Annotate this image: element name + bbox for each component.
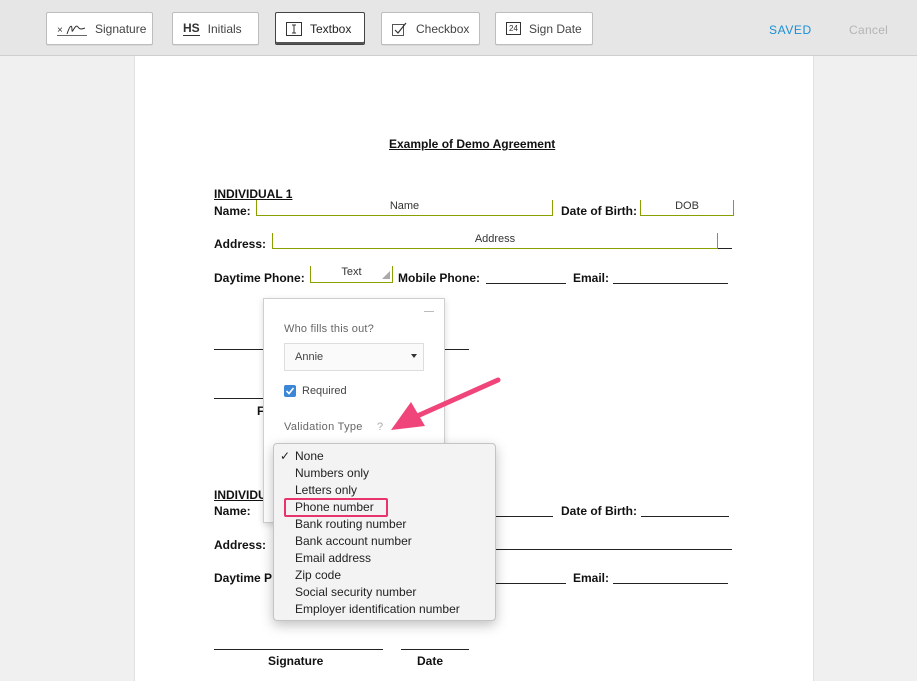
- mobile-phone-label: Mobile Phone:: [398, 271, 480, 285]
- required-label: Required: [302, 385, 347, 397]
- dob-field[interactable]: DOB: [640, 200, 734, 216]
- saved-status: SAVED: [769, 23, 812, 37]
- date-line-2: [401, 649, 469, 650]
- required-checkbox[interactable]: [284, 385, 296, 397]
- signature-line-1b: [214, 398, 264, 399]
- address-line-2: [496, 549, 732, 550]
- calendar-icon-day: 24: [509, 24, 518, 33]
- date-line-1a: [444, 349, 469, 350]
- help-icon[interactable]: ?: [377, 421, 383, 433]
- mobile-phone-line: [486, 283, 566, 284]
- email-label-2: Email:: [573, 571, 610, 585]
- phone-number-highlight: [284, 498, 388, 517]
- option-email-address[interactable]: Email address: [295, 550, 371, 567]
- signature-caption: Signature: [268, 654, 324, 668]
- daytime-phone-label: Daytime Phone:: [214, 271, 305, 285]
- individual-2-heading: INDIVIDU: [214, 488, 267, 502]
- email-label: Email:: [573, 271, 610, 285]
- textbox-tool-label: Textbox: [310, 21, 352, 36]
- checkmark-icon: [285, 387, 295, 395]
- validation-type-dropdown[interactable]: ✓ None Numbers only Letters only Phone n…: [273, 443, 496, 621]
- signature-tool-label: Signature: [95, 21, 147, 36]
- option-bank-routing-number[interactable]: Bank routing number: [295, 516, 406, 533]
- individual-1-heading: INDIVIDUAL 1: [214, 187, 293, 201]
- textbox-icon: [286, 21, 302, 36]
- mobile-phone-line-2: [496, 583, 566, 584]
- email-line-2: [613, 583, 728, 584]
- who-fills-label: Who fills this out?: [284, 323, 375, 335]
- sign-date-tool-label: Sign Date: [529, 21, 582, 36]
- resize-handle-icon[interactable]: [381, 270, 391, 280]
- checkmark-icon: ✓: [280, 449, 291, 463]
- date-caption: Date: [417, 654, 444, 668]
- signature-icon: ×: [57, 21, 87, 37]
- annotation-arrow-icon: [391, 377, 501, 430]
- checkbox-tool-button[interactable]: Checkbox: [381, 12, 480, 45]
- initials-tool-button[interactable]: HS Initials: [172, 12, 259, 45]
- option-numbers-only[interactable]: Numbers only: [295, 465, 369, 482]
- option-social-security-number[interactable]: Social security number: [295, 584, 416, 601]
- toolbar: × Signature HS Initials Textbox Checkbox…: [0, 0, 917, 56]
- name-label: Name:: [214, 204, 251, 218]
- name-label-2: Name:: [214, 504, 251, 518]
- address-field[interactable]: Address: [272, 233, 718, 249]
- address-line-end: [718, 248, 732, 249]
- option-zip-code[interactable]: Zip code: [295, 567, 341, 584]
- option-none[interactable]: None: [295, 448, 324, 465]
- signature-line-1a: [214, 349, 264, 350]
- checkbox-icon: [392, 22, 408, 36]
- initials-icon: HS: [183, 20, 200, 36]
- cancel-button[interactable]: Cancel: [849, 23, 888, 37]
- dob-line-2: [641, 516, 729, 517]
- who-fills-value: Annie: [295, 351, 324, 363]
- calendar-icon: 24: [506, 22, 521, 35]
- option-bank-account-number[interactable]: Bank account number: [295, 533, 412, 550]
- who-fills-select[interactable]: Annie: [284, 343, 424, 371]
- chevron-down-icon: [411, 354, 417, 358]
- validation-type-label: Validation Type: [284, 421, 363, 433]
- name-line-2: [496, 516, 553, 517]
- signature-line-2: [214, 649, 383, 650]
- email-line: [613, 283, 728, 284]
- option-employer-identification-number[interactable]: Employer identification number: [295, 601, 460, 618]
- textbox-tool-button[interactable]: Textbox: [275, 12, 365, 45]
- minimize-icon[interactable]: [424, 311, 434, 312]
- signature-tool-button[interactable]: × Signature: [46, 12, 153, 45]
- name-field[interactable]: Name: [256, 200, 553, 216]
- address-label: Address:: [214, 237, 267, 251]
- dob-label-2: Date of Birth:: [561, 504, 637, 518]
- address-label-2: Address:: [214, 538, 267, 552]
- daytime-phone-label-2: Daytime P: [214, 571, 273, 585]
- svg-text:×: ×: [57, 25, 63, 36]
- document-title: Example of Demo Agreement: [389, 137, 556, 151]
- initials-tool-label: Initials: [207, 21, 242, 36]
- dob-label: Date of Birth:: [561, 204, 637, 218]
- option-letters-only[interactable]: Letters only: [295, 482, 357, 499]
- checkbox-tool-label: Checkbox: [416, 21, 470, 36]
- sign-date-tool-button[interactable]: 24 Sign Date: [495, 12, 593, 45]
